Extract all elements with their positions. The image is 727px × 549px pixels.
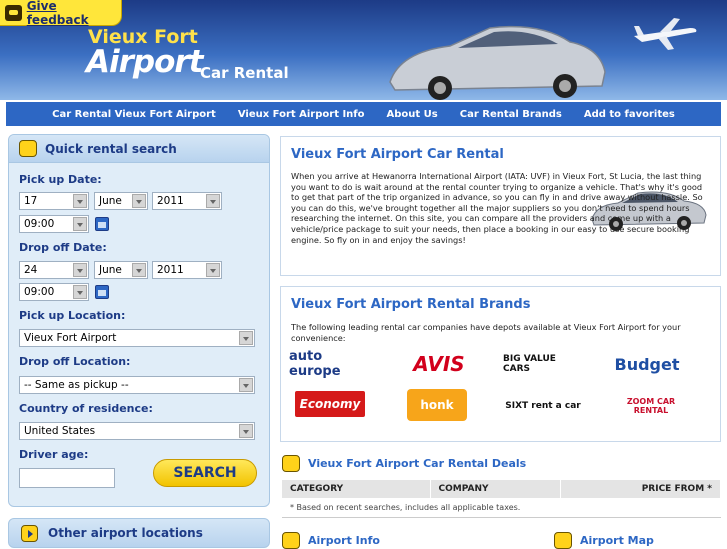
map-icon: [554, 532, 572, 549]
airport-map-link[interactable]: Airport Map: [554, 532, 654, 549]
nav-about-us[interactable]: About Us: [387, 109, 438, 120]
logo-line-3: Car Rental: [200, 64, 289, 82]
calendar-icon[interactable]: [95, 217, 109, 231]
driver-age-label: Driver age:: [19, 448, 89, 461]
chevron-down-icon: [73, 194, 87, 208]
chevron-down-icon: [132, 263, 146, 277]
quick-search-panel: Quick rental search Pick up Date: 17 Jun…: [8, 134, 270, 507]
feedback-label: Give feedback: [26, 0, 89, 27]
pickup-month-select[interactable]: June: [94, 192, 148, 210]
chevron-down-icon: [73, 285, 87, 299]
nav-car-rental[interactable]: Car Rental Vieux Fort Airport: [52, 109, 216, 120]
chevron-down-icon: [239, 424, 253, 438]
pickup-year-select[interactable]: 2011: [152, 192, 222, 210]
dropoff-day-select[interactable]: 24: [19, 261, 89, 279]
quick-search-header: Quick rental search: [9, 135, 269, 163]
dropoff-location-select[interactable]: -- Same as pickup --: [19, 376, 255, 394]
country-label: Country of residence:: [19, 402, 153, 415]
chevron-down-icon: [73, 263, 87, 277]
deals-header: Vieux Fort Airport Car Rental Deals: [282, 452, 721, 474]
nav-add-to-favorites[interactable]: Add to favorites: [584, 109, 675, 120]
header-car-image: [389, 25, 606, 100]
quick-search-title: Quick rental search: [45, 141, 177, 156]
chevron-down-icon: [239, 378, 253, 392]
pickup-time-select[interactable]: 09:00: [19, 215, 89, 233]
airplane-icon: [634, 18, 697, 50]
deals-table: CATEGORY COMPANY PRICE FROM * * Based on…: [282, 480, 721, 518]
feedback-icon: [5, 4, 22, 21]
driver-age-input[interactable]: [19, 468, 115, 488]
dropoff-date-label: Drop off Date:: [19, 241, 107, 254]
car-icon: [282, 454, 300, 472]
give-feedback-button[interactable]: Give feedback: [0, 0, 122, 27]
brand-big-value-cars[interactable]: BIG VALUE CARS: [503, 349, 583, 379]
chevron-down-icon: [206, 194, 220, 208]
brand-avis[interactable]: AVIS: [399, 349, 479, 379]
column-price[interactable]: PRICE FROM *: [560, 480, 721, 498]
intro-section: Vieux Fort Airport Car Rental When you a…: [280, 136, 721, 276]
brand-economy[interactable]: Economy: [295, 391, 365, 417]
country-select[interactable]: United States: [19, 422, 255, 440]
chevron-down-icon: [73, 217, 87, 231]
other-airport-locations[interactable]: Other airport locations: [8, 518, 270, 548]
pickup-location-select[interactable]: Vieux Fort Airport: [19, 329, 255, 347]
chevron-down-icon: [239, 331, 253, 345]
dropoff-time-select[interactable]: 09:00: [19, 283, 89, 301]
brand-auto-europe[interactable]: auto europe: [289, 349, 369, 379]
other-locations-label: Other airport locations: [48, 526, 203, 540]
brand-zoom[interactable]: ZOOM CAR RENTAL: [611, 391, 691, 421]
deals-title: Vieux Fort Airport Car Rental Deals: [308, 456, 527, 470]
nav-car-rental-brands[interactable]: Car Rental Brands: [460, 109, 562, 120]
deals-note: * Based on recent searches, includes all…: [282, 498, 721, 518]
calendar-icon[interactable]: [95, 285, 109, 299]
brand-honk[interactable]: honk: [407, 389, 467, 421]
pickup-date-label: Pick up Date:: [19, 173, 102, 186]
logo-line-2: Airport: [86, 44, 204, 80]
airport-info-link[interactable]: Airport Info: [282, 532, 380, 549]
car-icon: [19, 140, 37, 157]
intro-text: When you arrive at Hewanorra Internation…: [291, 171, 703, 245]
pickup-day-select[interactable]: 17: [19, 192, 89, 210]
search-button[interactable]: SEARCH: [153, 459, 257, 487]
arrow-right-icon: [21, 524, 38, 542]
dropoff-year-select[interactable]: 2011: [152, 261, 222, 279]
column-company[interactable]: COMPANY: [430, 480, 561, 498]
pickup-location-label: Pick up Location:: [19, 309, 126, 322]
brands-section: Vieux Fort Airport Rental Brands The fol…: [280, 286, 721, 442]
info-icon: [282, 532, 300, 549]
brand-budget[interactable]: Budget: [607, 349, 687, 379]
brands-title: Vieux Fort Airport Rental Brands: [291, 297, 531, 312]
dropoff-location-label: Drop off Location:: [19, 355, 131, 368]
main-nav: Car Rental Vieux Fort Airport Vieux Fort…: [6, 102, 721, 126]
brands-intro: The following leading rental car compani…: [291, 322, 681, 343]
dropoff-month-select[interactable]: June: [94, 261, 148, 279]
chevron-down-icon: [206, 263, 220, 277]
bottom-links: Airport Info Airport Map: [282, 532, 722, 549]
intro-title: Vieux Fort Airport Car Rental: [291, 147, 504, 162]
nav-airport-info[interactable]: Vieux Fort Airport Info: [238, 109, 365, 120]
deals-section: Vieux Fort Airport Car Rental Deals CATE…: [282, 452, 721, 518]
chevron-down-icon: [132, 194, 146, 208]
column-category[interactable]: CATEGORY: [282, 480, 431, 498]
brand-sixt[interactable]: SIXT rent a car: [505, 389, 581, 423]
